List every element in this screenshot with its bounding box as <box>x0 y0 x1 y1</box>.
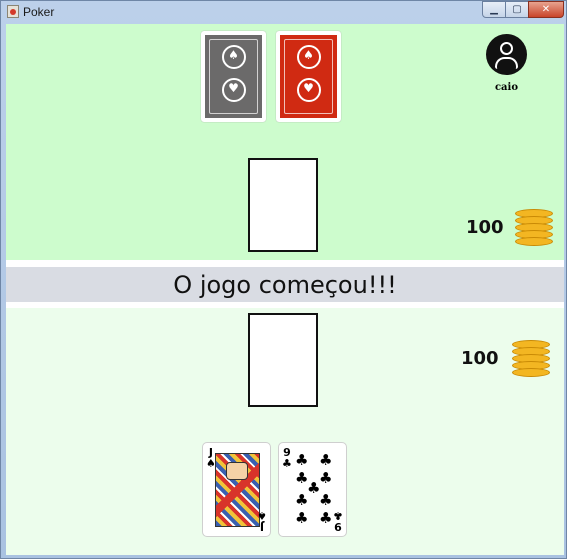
heart-medal-icon <box>221 78 246 102</box>
jack-portrait <box>215 453 260 527</box>
java-app-icon <box>7 5 19 18</box>
opponent-card-back <box>201 31 266 122</box>
close-button[interactable]: ✕ <box>528 1 564 18</box>
spade-medal-icon <box>221 45 246 69</box>
close-icon: ✕ <box>541 4 551 15</box>
opponent-area: caio 100 <box>6 24 564 260</box>
game-table: caio 100 O jogo começou!!! 100 <box>6 24 564 555</box>
opponent-name: caio <box>494 82 519 93</box>
window-title: Poker <box>23 5 55 19</box>
minimize-icon: ▁ <box>490 4 498 15</box>
club-icon: ♣ <box>319 509 333 527</box>
coin-stack-icon <box>515 209 553 247</box>
user-icon <box>500 42 513 55</box>
heart-medal-icon <box>296 78 321 102</box>
club-icon: ♣ <box>319 469 333 487</box>
status-banner: O jogo começou!!! <box>6 267 564 302</box>
spade-medal-icon <box>296 45 321 69</box>
opponent-avatar <box>486 34 527 75</box>
opponent-card-back <box>276 31 341 122</box>
game-window: Poker ▁ ▢ ✕ caio 100 <box>0 0 567 559</box>
minimize-button[interactable]: ▁ <box>482 1 506 18</box>
opponent-chip-count: 100 <box>466 217 504 238</box>
player-card-nine-clubs[interactable]: 9 ♣ 9 ♣ ♣ ♣ ♣ ♣ ♣ ♣ ♣ ♣ ♣ <box>278 442 347 537</box>
title-bar[interactable]: Poker ▁ ▢ ✕ <box>1 1 566 23</box>
spade-icon: ♠ <box>257 509 267 522</box>
player-bet-slot <box>248 313 318 407</box>
club-icon: ♣ <box>295 509 309 527</box>
club-icon: ♣ <box>282 457 292 470</box>
club-icon: ♣ <box>295 451 309 469</box>
club-icon: ♣ <box>333 509 343 522</box>
club-icon: ♣ <box>319 491 333 509</box>
spade-icon: ♠ <box>206 457 216 470</box>
club-icon: ♣ <box>319 451 333 469</box>
player-card-jack-spades[interactable]: J ♠ J ♠ <box>202 442 271 537</box>
opponent-bet-slot <box>248 158 318 252</box>
club-icon: ♣ <box>295 491 309 509</box>
coin-stack-icon <box>512 340 550 378</box>
maximize-icon: ▢ <box>512 4 522 15</box>
maximize-button[interactable]: ▢ <box>505 1 529 18</box>
player-chip-count: 100 <box>461 348 499 369</box>
